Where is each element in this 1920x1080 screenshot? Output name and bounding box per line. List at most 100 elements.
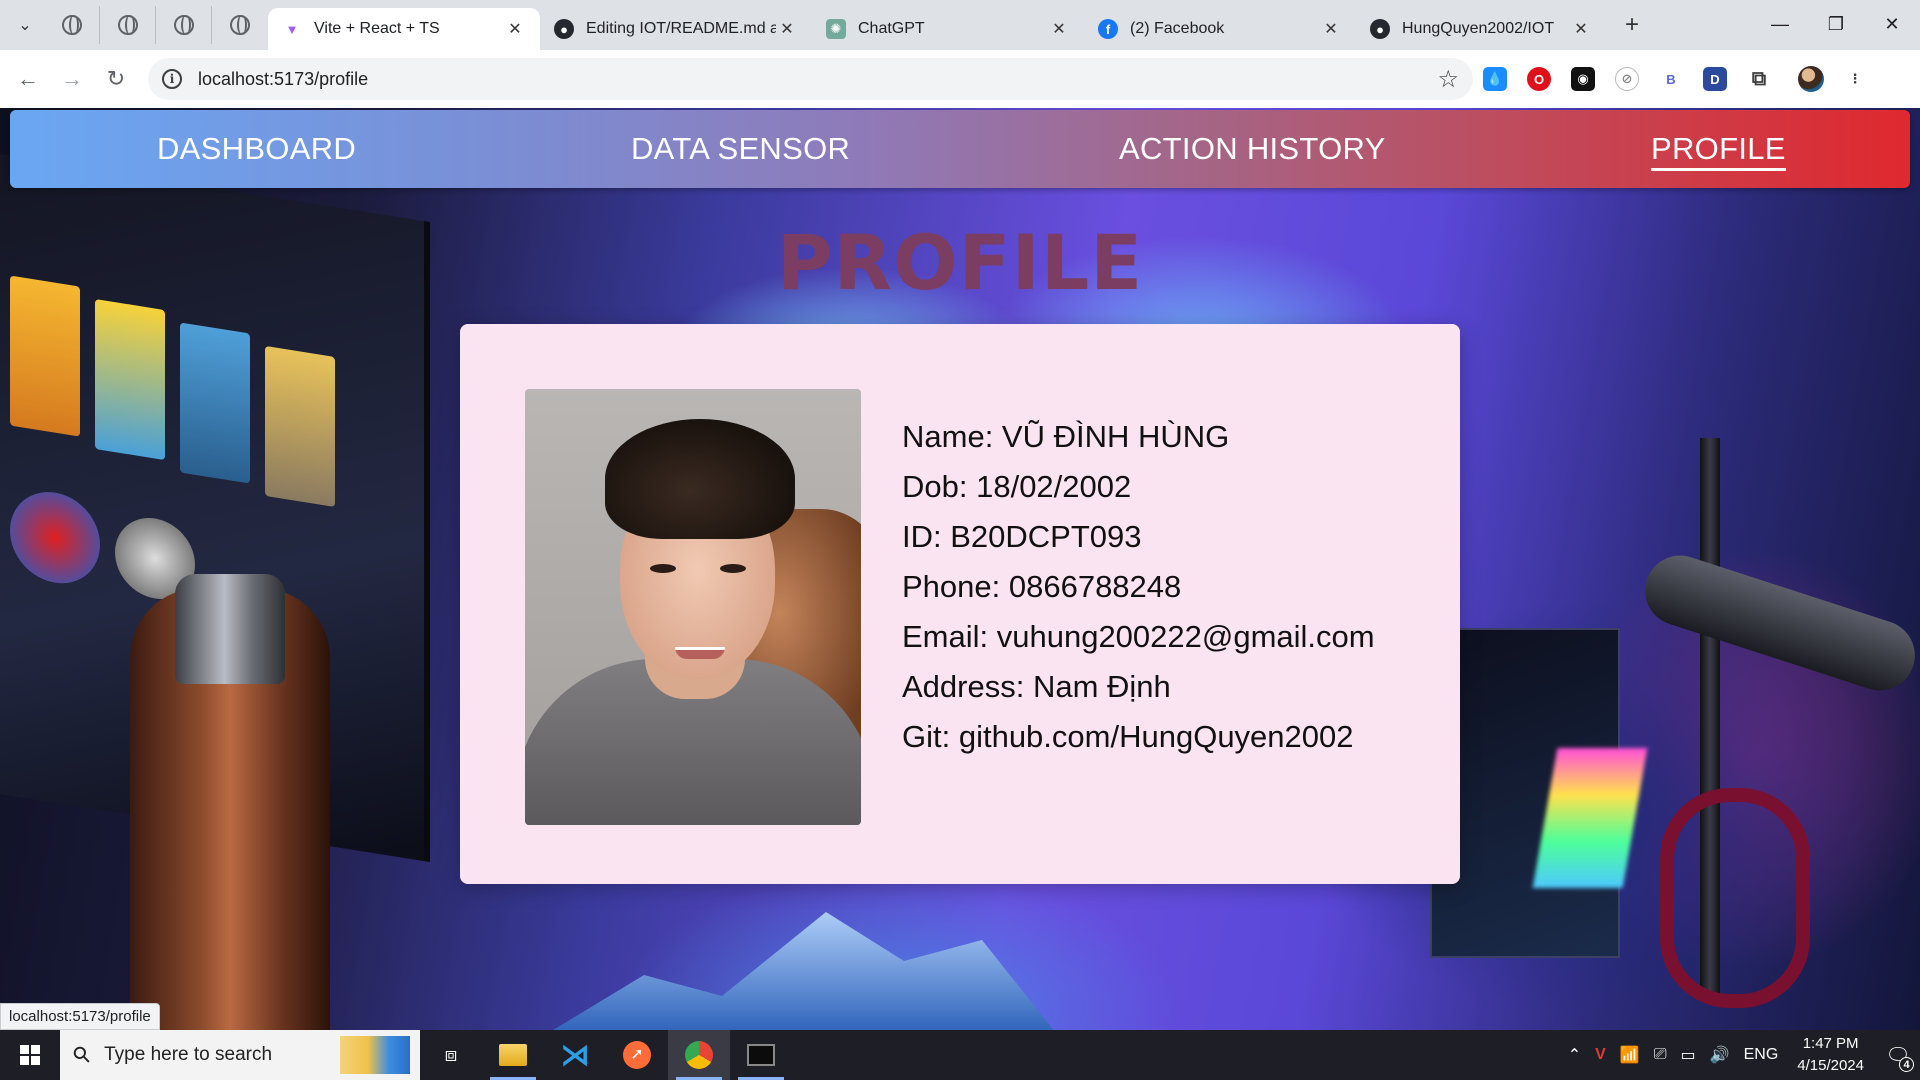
vite-icon: ▼	[285, 21, 299, 37]
extension-6[interactable]: D	[1693, 59, 1737, 99]
clock[interactable]: 1:47 PM 4/15/2024	[1785, 1033, 1876, 1077]
browser-tab-strip: ⌄ ▼ Vite + React + TS ✕ ● Editing IOT/RE…	[0, 0, 1920, 50]
bookmark-star-icon[interactable]: ☆	[1437, 65, 1459, 94]
background-headphones	[1660, 788, 1810, 1008]
tab-title: ChatGPT	[858, 20, 925, 37]
taskbar-postman[interactable]: ➚	[606, 1030, 668, 1080]
back-button[interactable]: ←	[8, 59, 48, 99]
battery-status-icon[interactable]: ⎚	[1647, 1046, 1674, 1064]
github-icon: ●	[1370, 19, 1390, 39]
d-extension-icon: D	[1703, 67, 1727, 91]
chevron-down-icon: ⌄	[18, 17, 32, 34]
extensions-button[interactable]: ⧉	[1737, 59, 1781, 99]
taskbar-terminal[interactable]	[730, 1030, 792, 1080]
pinned-tab-2[interactable]	[100, 6, 156, 44]
address-bar[interactable]: i localhost:5173/profile ☆	[148, 58, 1473, 100]
chevron-up-icon[interactable]: ⌃	[1561, 1045, 1588, 1065]
task-view-icon: ⧈	[444, 1043, 458, 1066]
task-view-button[interactable]: ⧈	[420, 1030, 482, 1080]
pinned-tab-4[interactable]	[212, 6, 268, 44]
search-placeholder: Type here to search	[104, 1044, 273, 1065]
photo-eye-left	[650, 564, 676, 573]
clock-date: 4/15/2024	[1797, 1057, 1864, 1074]
reload-button[interactable]: ↻	[96, 59, 136, 99]
url-text[interactable]: localhost:5173/profile	[198, 69, 368, 90]
photo-hair	[605, 419, 795, 539]
profile-id: ID: B20DCPT093	[902, 519, 1142, 554]
window-close-button[interactable]: ✕	[1864, 0, 1920, 48]
antivirus-icon[interactable]: V	[1588, 1046, 1613, 1064]
taskbar-file-explorer[interactable]	[482, 1030, 544, 1080]
tab-github-repo[interactable]: ● HungQuyen2002/IOT ✕	[1356, 8, 1606, 50]
nav-action-history[interactable]: ACTION HISTORY	[1119, 131, 1386, 167]
tab-github-readme[interactable]: ● Editing IOT/README.md at ✕	[540, 8, 812, 50]
taskbar-chrome[interactable]	[668, 1030, 730, 1080]
compass-icon: ⊘	[1615, 67, 1639, 91]
tab-chatgpt[interactable]: ✺ ChatGPT ✕	[812, 8, 1084, 50]
main-navbar: DASHBOARD DATA SENSOR ACTION HISTORY PRO…	[10, 110, 1910, 188]
profile-email: Email: vuhung200222@gmail.com	[902, 619, 1375, 654]
nav-data-sensor[interactable]: DATA SENSOR	[631, 131, 850, 167]
profile-phone: Phone: 0866788248	[902, 569, 1182, 604]
extension-1[interactable]: 💧	[1473, 59, 1517, 99]
language-indicator[interactable]: ENG	[1737, 1046, 1786, 1064]
kebab-menu-icon: ⋮	[1848, 71, 1862, 86]
background-bottle-cap	[175, 574, 285, 684]
volume-icon[interactable]: 🔊	[1703, 1045, 1737, 1065]
b-extension-icon: B	[1659, 67, 1683, 91]
profile-photo	[525, 389, 861, 825]
close-icon[interactable]: ✕	[504, 18, 526, 40]
extension-5[interactable]: B	[1649, 59, 1693, 99]
profile-info: Name: VŨ ĐÌNH HÙNG Dob: 18/02/2002 ID: B…	[902, 412, 1375, 762]
tab-title: Editing IOT/README.md at	[586, 20, 776, 37]
background-microphone	[1636, 546, 1920, 700]
tab-search-button[interactable]: ⌄	[6, 6, 44, 44]
network-icon[interactable]: 📶	[1613, 1045, 1647, 1065]
notification-center-button[interactable]: 🗨 4	[1876, 1030, 1920, 1080]
extension-4[interactable]: ⊘	[1605, 59, 1649, 99]
window-controls: — ❐ ✕	[1752, 0, 1920, 48]
close-icon[interactable]: ✕	[1048, 18, 1070, 40]
battery-icon[interactable]: ▭	[1674, 1045, 1703, 1065]
profile-git: Git: github.com/HungQuyen2002	[902, 719, 1354, 754]
droplet-icon: 💧	[1483, 67, 1507, 91]
extension-2[interactable]: O	[1517, 59, 1561, 99]
forward-button[interactable]: →	[52, 59, 92, 99]
postman-icon: ➚	[623, 1041, 651, 1069]
search-highlight-image	[340, 1036, 410, 1074]
background-mountain	[540, 912, 1060, 1030]
pinned-tab-1[interactable]	[44, 6, 100, 44]
minimize-button[interactable]: —	[1752, 0, 1808, 48]
tab-facebook[interactable]: f (2) Facebook ✕	[1084, 8, 1356, 50]
arrow-right-icon: →	[61, 66, 83, 91]
close-icon[interactable]: ✕	[1570, 18, 1592, 40]
extension-3[interactable]: ◉	[1561, 59, 1605, 99]
clock-time: 1:47 PM	[1802, 1035, 1859, 1052]
taskbar-search[interactable]: ⚲ Type here to search	[60, 1030, 420, 1080]
close-icon[interactable]: ✕	[1320, 18, 1342, 40]
site-info-icon[interactable]: i	[162, 69, 182, 89]
browser-toolbar: ← → ↻ i localhost:5173/profile ☆ 💧 O ◉ ⊘…	[0, 50, 1920, 108]
restore-button[interactable]: ❐	[1808, 0, 1864, 48]
mask-icon: ◉	[1571, 67, 1595, 91]
nav-dashboard[interactable]: DASHBOARD	[157, 131, 356, 167]
new-tab-button[interactable]: +	[1614, 7, 1650, 43]
close-icon[interactable]: ✕	[776, 18, 798, 40]
puzzle-icon: ⧉	[1747, 67, 1771, 91]
profile-dob: Dob: 18/02/2002	[902, 469, 1132, 504]
tab-title: HungQuyen2002/IOT	[1402, 20, 1555, 37]
chrome-icon	[685, 1041, 713, 1069]
start-button[interactable]	[0, 1030, 60, 1080]
globe-icon	[117, 15, 138, 35]
facebook-icon: f	[1098, 19, 1118, 39]
tab-vite-react[interactable]: ▼ Vite + React + TS ✕	[268, 8, 540, 50]
taskbar-vscode[interactable]: ⋊	[544, 1030, 606, 1080]
globe-icon	[230, 15, 250, 35]
profile-name: Name: VŨ ĐÌNH HÙNG	[902, 419, 1230, 454]
nav-profile[interactable]: PROFILE	[1651, 131, 1786, 171]
profile-button[interactable]	[1789, 59, 1833, 99]
chrome-menu-button[interactable]: ⋮	[1833, 59, 1877, 99]
plus-icon: +	[1624, 11, 1639, 38]
page-title: PROFILE	[776, 218, 1144, 307]
pinned-tab-3[interactable]	[156, 6, 212, 44]
